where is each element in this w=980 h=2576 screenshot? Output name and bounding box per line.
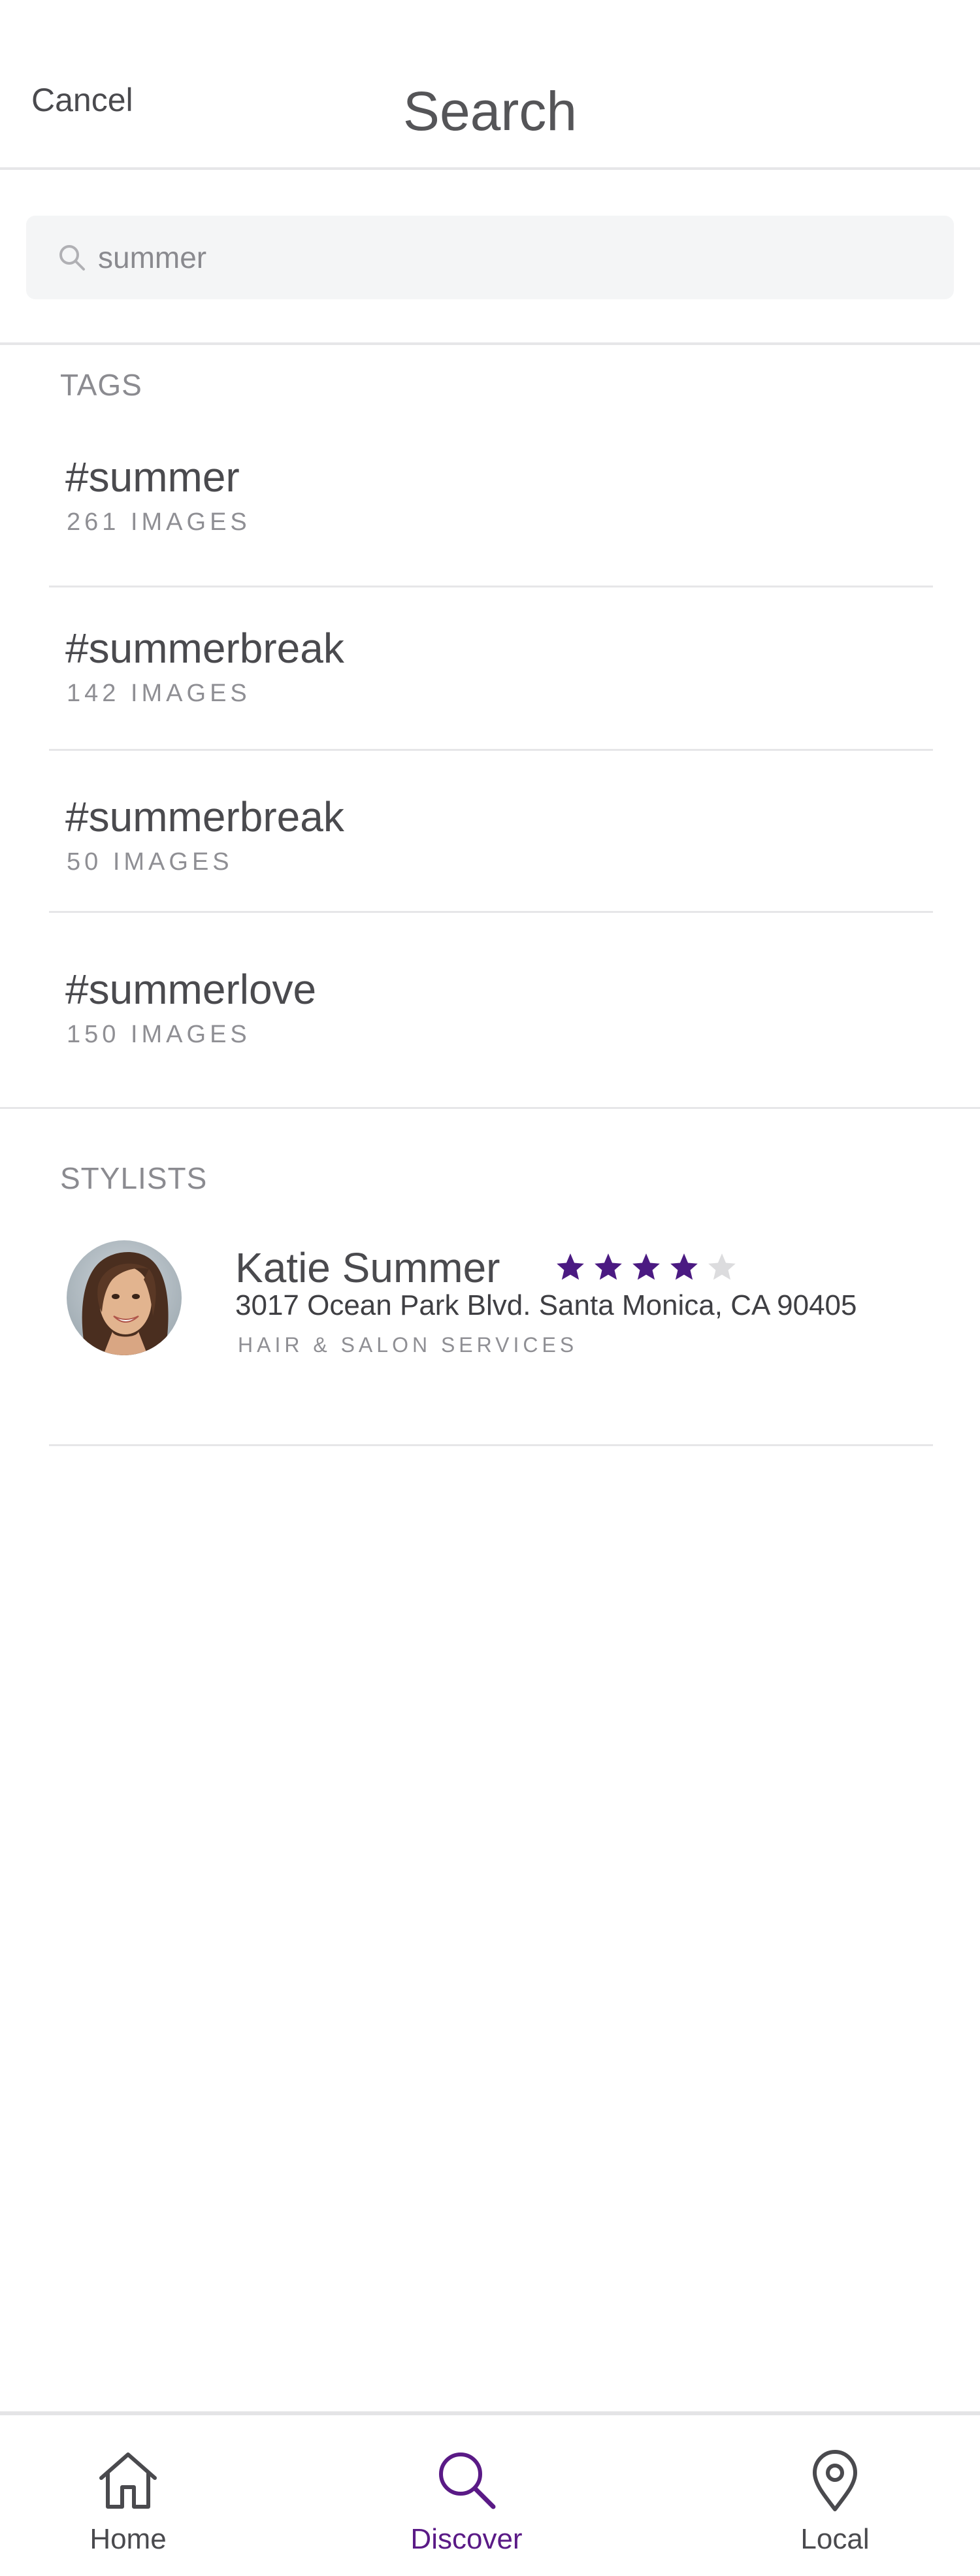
stylist-avatar — [67, 1240, 182, 1355]
tag-name: #summerlove — [65, 966, 317, 1013]
search-icon — [59, 245, 85, 271]
header-divider — [0, 167, 980, 170]
tag-name: #summer — [65, 454, 240, 501]
tag-image-count: 50 IMAGES — [67, 848, 233, 876]
home-icon — [99, 2452, 157, 2509]
star-filled-icon — [595, 1253, 622, 1280]
tag-image-count: 261 IMAGES — [67, 508, 251, 536]
star-filled-icon — [632, 1253, 660, 1280]
location-pin-icon — [813, 2450, 857, 2511]
stylist-category: HAIR & SALON SERVICES — [238, 1333, 578, 1357]
list-divider — [49, 1444, 933, 1446]
search-icon — [439, 2452, 496, 2509]
stylist-rating — [554, 1251, 738, 1283]
tag-item[interactable] — [0, 418, 980, 587]
stylist-name: Katie Summer — [235, 1244, 500, 1291]
nav-label-home: Home — [90, 2523, 167, 2555]
star-filled-icon — [670, 1253, 698, 1280]
star-filled-icon — [557, 1253, 584, 1280]
nav-label-discover: Discover — [410, 2523, 523, 2555]
bottom-nav-divider — [0, 2411, 980, 2415]
stylists-section-label: STYLISTS — [60, 1161, 208, 1195]
star-empty-icon — [708, 1253, 736, 1280]
avatar-photo — [67, 1240, 182, 1355]
nav-label-local: Local — [800, 2523, 870, 2555]
nav-item-local[interactable]: Local — [737, 2444, 933, 2562]
list-divider — [49, 586, 933, 587]
list-divider — [49, 911, 933, 913]
tag-name: #summerbreak — [65, 625, 344, 672]
section-divider — [0, 1107, 980, 1109]
tags-section-label: TAGS — [60, 368, 142, 402]
tag-image-count: 142 IMAGES — [67, 680, 251, 707]
nav-item-home[interactable]: Home — [30, 2444, 226, 2562]
page-title: Search — [402, 80, 578, 142]
nav-item-discover[interactable]: Discover — [368, 2444, 564, 2562]
tag-name: #summerbreak — [65, 793, 344, 840]
search-input[interactable] — [98, 237, 921, 278]
stylist-address: 3017 Ocean Park Blvd. Santa Monica, CA 9… — [235, 1289, 857, 1321]
tag-image-count: 150 IMAGES — [67, 1021, 251, 1048]
list-divider — [49, 749, 933, 751]
search-divider — [0, 342, 980, 345]
